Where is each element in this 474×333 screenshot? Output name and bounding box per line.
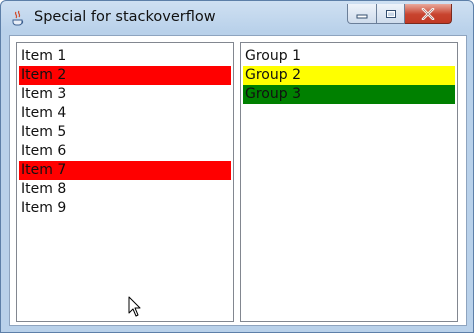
list-item[interactable]: Item 5 bbox=[19, 123, 231, 142]
title-bar[interactable]: Special for stackoverflow bbox=[1, 1, 473, 35]
close-button[interactable] bbox=[405, 4, 452, 24]
close-icon bbox=[421, 7, 435, 20]
group-item[interactable]: Group 3 bbox=[243, 85, 455, 104]
list-item[interactable]: Item 6 bbox=[19, 142, 231, 161]
group-item[interactable]: Group 2 bbox=[243, 66, 455, 85]
group-item[interactable]: Group 1 bbox=[243, 47, 455, 66]
mouse-pointer-icon bbox=[128, 296, 141, 317]
maximize-icon bbox=[385, 9, 396, 18]
list-item[interactable]: Item 2 bbox=[19, 66, 231, 85]
minimize-icon bbox=[356, 14, 368, 18]
list-item[interactable]: Item 3 bbox=[19, 85, 231, 104]
minimize-button[interactable] bbox=[347, 4, 377, 24]
list-item[interactable]: Item 4 bbox=[19, 104, 231, 123]
list-item[interactable]: Item 1 bbox=[19, 47, 231, 66]
content-pane: Item 1 Item 2 Item 3 Item 4 Item 5 Item 6 Item… bbox=[9, 35, 467, 326]
list-item[interactable]: Item 7 bbox=[19, 161, 231, 180]
app-window: Special for stackoverflow Item 1 Item 2 It… bbox=[0, 0, 474, 333]
maximize-button[interactable] bbox=[377, 4, 405, 24]
window-title: Special for stackoverflow bbox=[34, 9, 216, 25]
list-item[interactable]: Item 8 bbox=[19, 180, 231, 199]
list-item[interactable]: Item 9 bbox=[19, 199, 231, 218]
java-app-icon bbox=[10, 9, 26, 26]
items-list[interactable]: Item 1 Item 2 Item 3 Item 4 Item 5 Item 6 Item… bbox=[16, 42, 234, 322]
groups-list[interactable]: Group 1 Group 2 Group 3 bbox=[240, 42, 458, 322]
